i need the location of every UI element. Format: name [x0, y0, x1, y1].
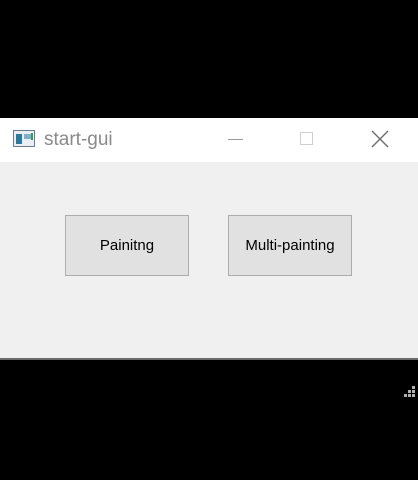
painting-button[interactable]: Painitng — [65, 215, 189, 276]
minimize-button[interactable] — [212, 118, 258, 162]
window-bottom-border — [0, 358, 418, 360]
start-gui-window: start-gui Painitng Multi-painting — [0, 118, 418, 397]
app-window-icon — [13, 130, 35, 147]
multi-painting-button[interactable]: Multi-painting — [228, 215, 352, 276]
maximize-button[interactable] — [284, 118, 330, 162]
close-icon — [371, 130, 389, 148]
title-bar[interactable]: start-gui — [0, 118, 418, 162]
minimize-icon — [228, 139, 243, 140]
maximize-icon — [300, 132, 313, 145]
client-area: Painitng Multi-painting — [0, 162, 418, 397]
close-button[interactable] — [357, 118, 403, 162]
resize-grip-icon[interactable] — [400, 386, 416, 400]
window-title: start-gui — [44, 129, 113, 150]
